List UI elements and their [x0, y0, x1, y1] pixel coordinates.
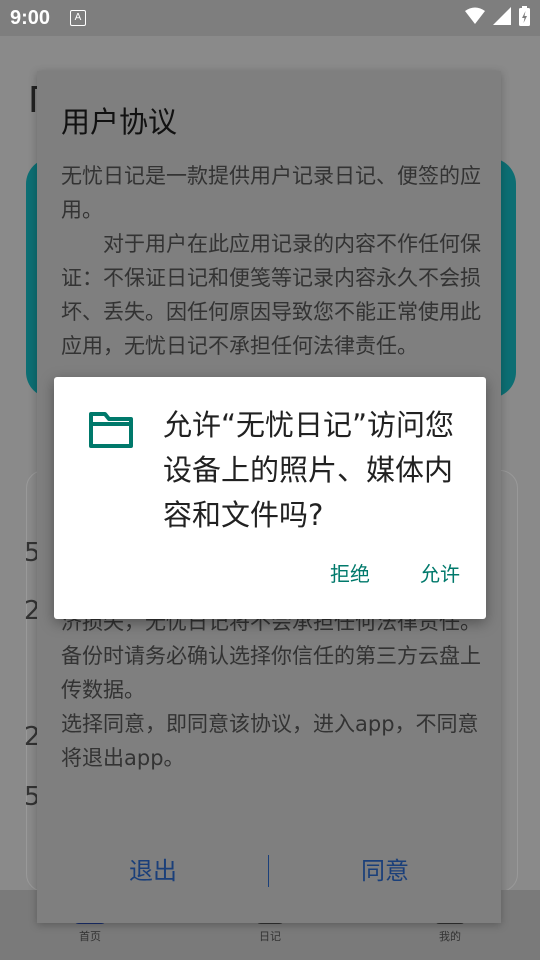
allow-button[interactable]: 允许: [420, 561, 460, 587]
status-time: 9:00: [10, 7, 51, 29]
agree-button[interactable]: 同意: [269, 851, 501, 891]
agreement-tail-1: 济损失，无忧日记将不会承担任何法律责任。备份时请务必确认选择你信任的第三方云盘上…: [61, 610, 481, 702]
agreement-paragraph-1: 无忧日记是一款提供用户记录日记、便签的应用。: [61, 164, 481, 222]
wifi-icon: [465, 7, 485, 24]
agreement-paragraph-2: 对于用户在此应用记录的内容不作任何保证：不保证日记和便笺等记录内容永久不会损坏、…: [61, 232, 481, 358]
agreement-tail: 济损失，无忧日记将不会承担任何法律责任。备份时请务必确认选择你信任的第三方云盘上…: [61, 605, 481, 775]
notification-icon: A: [70, 10, 86, 26]
permission-actions: 拒绝 允许: [330, 561, 460, 587]
permission-message: 允许“无忧日记”访问您设备上的照片、媒体内容和文件吗?: [163, 408, 455, 532]
agreement-title: 用户协议: [61, 105, 178, 139]
folder-icon: [89, 412, 133, 448]
exit-button[interactable]: 退出: [37, 851, 269, 891]
battery-icon: [519, 6, 530, 26]
permission-dialog: 允许“无忧日记”访问您设备上的照片、媒体内容和文件吗? 拒绝 允许: [54, 377, 486, 619]
deny-button[interactable]: 拒绝: [330, 561, 370, 587]
status-bar: 9:00 A: [0, 0, 540, 36]
nav-label-profile: 我的: [439, 930, 461, 943]
cellular-signal-icon: [493, 7, 511, 25]
nav-label-home: 首页: [79, 930, 101, 943]
agreement-tail-2: 选择同意，即同意该协议，进入app，不同意将退出app。: [61, 712, 479, 770]
nav-label-diary: 日记: [259, 930, 281, 943]
agreement-actions: 退出 同意: [37, 851, 501, 891]
